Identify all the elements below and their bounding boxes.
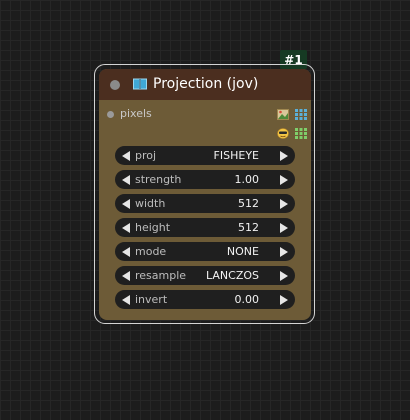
widget-value[interactable]: LANCZOS <box>206 269 259 282</box>
widget-value[interactable]: 512 <box>238 197 259 210</box>
node-header[interactable]: Projection (jov) <box>99 69 311 100</box>
decrement-arrow-icon[interactable] <box>122 175 130 185</box>
increment-arrow-icon[interactable] <box>280 175 288 185</box>
widget-invert[interactable]: invert 0.00 <box>115 290 295 309</box>
input-slot-dot[interactable] <box>107 111 114 118</box>
increment-arrow-icon[interactable] <box>280 295 288 305</box>
widget-mode[interactable]: mode NONE <box>115 242 295 261</box>
widget-label: height <box>135 221 171 234</box>
widget-value[interactable]: FISHEYE <box>214 149 259 162</box>
grid-output-icon[interactable] <box>295 109 307 120</box>
increment-arrow-icon[interactable] <box>280 151 288 161</box>
widget-resample[interactable]: resample LANCZOS <box>115 266 295 285</box>
input-slot-label: pixels <box>120 107 152 120</box>
widget-value[interactable]: 512 <box>238 221 259 234</box>
widget-value[interactable]: 1.00 <box>235 173 260 186</box>
widget-label: strength <box>135 173 182 186</box>
widget-label: invert <box>135 293 168 306</box>
widget-width[interactable]: width 512 <box>115 194 295 213</box>
increment-arrow-icon[interactable] <box>280 223 288 233</box>
decrement-arrow-icon[interactable] <box>122 151 130 161</box>
image-output-icon[interactable] <box>277 109 289 120</box>
decrement-arrow-icon[interactable] <box>122 199 130 209</box>
mask-output-icon[interactable] <box>277 128 289 139</box>
widget-value[interactable]: NONE <box>227 245 259 258</box>
widget-value[interactable]: 0.00 <box>235 293 260 306</box>
increment-arrow-icon[interactable] <box>280 199 288 209</box>
widget-label: mode <box>135 245 167 258</box>
widget-proj[interactable]: proj FISHEYE <box>115 146 295 165</box>
widget-label: resample <box>135 269 187 282</box>
widget-list: proj FISHEYE strength 1.00 width 512 hei… <box>115 146 295 314</box>
widget-strength[interactable]: strength 1.00 <box>115 170 295 189</box>
projection-node[interactable]: Projection (jov) pixels proj FISHEYE str… <box>99 69 311 320</box>
decrement-arrow-icon[interactable] <box>122 247 130 257</box>
widget-label: width <box>135 197 166 210</box>
decrement-arrow-icon[interactable] <box>122 295 130 305</box>
node-title: Projection (jov) <box>153 76 259 92</box>
book-icon <box>133 78 147 90</box>
grid-output-icon[interactable] <box>295 128 307 139</box>
increment-arrow-icon[interactable] <box>280 247 288 257</box>
decrement-arrow-icon[interactable] <box>122 271 130 281</box>
widget-label: proj <box>135 149 157 162</box>
collapse-toggle[interactable] <box>110 80 120 90</box>
widget-height[interactable]: height 512 <box>115 218 295 237</box>
increment-arrow-icon[interactable] <box>280 271 288 281</box>
decrement-arrow-icon[interactable] <box>122 223 130 233</box>
